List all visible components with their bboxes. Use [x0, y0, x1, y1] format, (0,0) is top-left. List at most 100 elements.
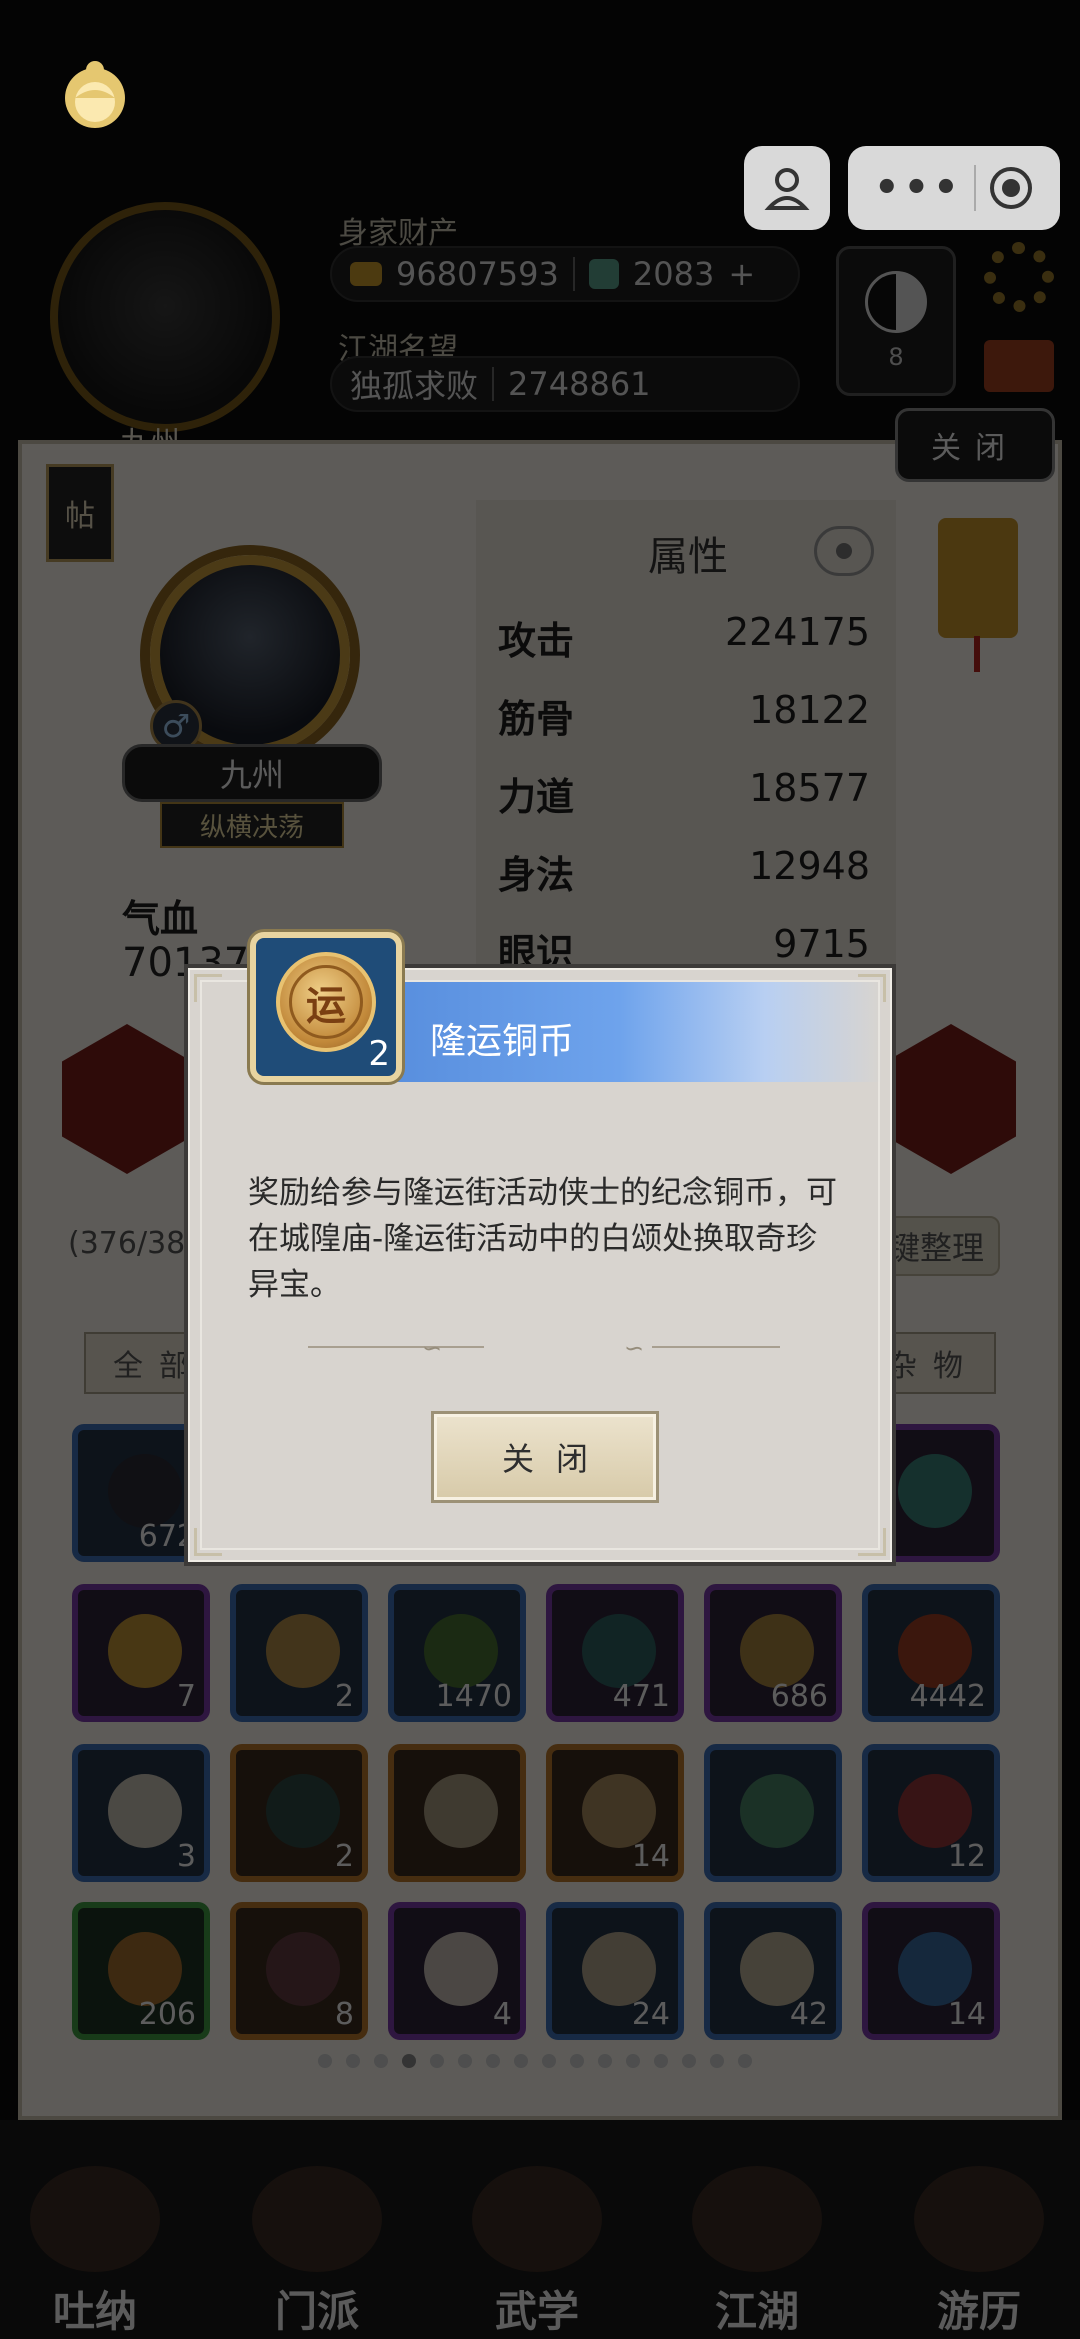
face-icon [65, 61, 125, 128]
nav-label: 武学 [494, 2287, 579, 2336]
divider-ornament [308, 1346, 484, 1348]
nav-travel[interactable]: 游历 [904, 2166, 1054, 2339]
item-quantity: 4 [492, 1997, 512, 2032]
inventory-slot[interactable]: 1470 [388, 1584, 526, 1722]
yin-yang-icon [865, 271, 927, 333]
nav-jianghu[interactable]: 江湖 [682, 2166, 832, 2339]
dialog-close-button[interactable]: 关闭 [434, 1414, 656, 1500]
attribute-value: 18577 [749, 766, 870, 810]
inventory-slot[interactable] [388, 1744, 526, 1882]
attribute-row: 力道 18577 [498, 766, 870, 821]
inventory-slot[interactable]: 4 [388, 1902, 526, 2040]
item-quantity: 1470 [435, 1679, 512, 1714]
header-avatar[interactable] [50, 202, 280, 432]
page-dot[interactable] [514, 2054, 528, 2068]
item-quantity: 42 [789, 1997, 828, 2032]
inventory-slot[interactable]: 7 [72, 1584, 210, 1722]
inventory-slot[interactable]: 42 [704, 1902, 842, 2040]
charm-icon[interactable] [938, 518, 1018, 672]
item-quantity: 7 [176, 1679, 196, 1714]
page-dot[interactable] [402, 2054, 416, 2068]
copper-coin-icon: 运 [276, 952, 376, 1052]
page-dot[interactable] [626, 2054, 640, 2068]
page-dot[interactable] [458, 2054, 472, 2068]
item-art [266, 1932, 340, 2006]
item-art [898, 1614, 972, 1688]
page-dot[interactable] [598, 2054, 612, 2068]
attributes-title: 属性 [648, 534, 728, 580]
item-art [898, 1774, 972, 1848]
page-dot[interactable] [682, 2054, 696, 2068]
nav-sect[interactable]: 门派 [242, 2166, 392, 2339]
mini-program-user-button[interactable] [744, 146, 830, 230]
item-art [740, 1614, 814, 1688]
nav-travel-art [914, 2166, 1044, 2272]
page-dot[interactable] [710, 2054, 724, 2068]
item-quantity: 2 [334, 1839, 354, 1874]
capsule-divider [974, 165, 977, 211]
inventory-slot[interactable]: 686 [704, 1584, 842, 1722]
item-quantity: 3 [176, 1839, 196, 1874]
add-currency-button[interactable]: + [728, 255, 755, 293]
invitation-tab[interactable]: 帖 [46, 464, 114, 562]
page-dot[interactable] [738, 2054, 752, 2068]
item-art [108, 1614, 182, 1688]
inventory-slot[interactable] [704, 1744, 842, 1882]
inventory-slot[interactable]: 14 [546, 1744, 684, 1882]
page-dot[interactable] [318, 2054, 332, 2068]
page-dot[interactable] [346, 2054, 360, 2068]
coins-value: 96807593 [396, 255, 559, 293]
item-art [898, 1932, 972, 2006]
eye-icon[interactable] [814, 526, 874, 576]
inventory-slot[interactable]: 2 [230, 1584, 368, 1722]
item-quantity: 2 [334, 1679, 354, 1714]
coin-glyph: 运 [289, 965, 363, 1039]
character-title[interactable]: 纵横决荡 [160, 802, 344, 848]
close-mini-program-icon[interactable] [988, 165, 1034, 211]
inventory-slot[interactable]: 4442 [862, 1584, 1000, 1722]
inventory-slot[interactable]: 2 [230, 1744, 368, 1882]
fame-title: 独孤求败 [350, 367, 479, 405]
inventory-slot[interactable]: 3 [72, 1744, 210, 1882]
item-art [108, 1932, 182, 2006]
nav-tuna[interactable]: 吐纳 [20, 2166, 170, 2339]
taiji-button[interactable]: 8 [836, 246, 956, 396]
page-dot[interactable] [570, 2054, 584, 2068]
corner-ornament [194, 1528, 222, 1556]
corner-ornament [194, 974, 222, 1002]
fame-pill: 独孤求败 2748861 [330, 356, 800, 412]
user-icon [764, 168, 810, 210]
inventory-slot[interactable]: 12 [862, 1744, 1000, 1882]
attribute-row: 身法 12948 [498, 844, 870, 899]
inventory-slot[interactable]: 24 [546, 1902, 684, 2040]
item-art [582, 1774, 656, 1848]
nav-martial[interactable]: 武学 [462, 2166, 612, 2339]
jade-value: 2083 [632, 255, 715, 293]
inventory-slot[interactable]: 8 [230, 1902, 368, 2040]
gear-icon[interactable] [984, 242, 1054, 312]
inventory-slot[interactable]: 206 [72, 1902, 210, 2040]
page-dot[interactable] [430, 2054, 444, 2068]
more-menu-button[interactable]: ••• [874, 165, 963, 211]
inventory-slot[interactable]: 471 [546, 1584, 684, 1722]
attribute-row: 筋骨 18122 [498, 688, 870, 743]
fame-value: 2748861 [508, 365, 651, 403]
attribute-value: 12948 [749, 844, 870, 888]
page-dot[interactable] [374, 2054, 388, 2068]
page-dot[interactable] [542, 2054, 556, 2068]
attribute-row: 攻击 224175 [498, 610, 870, 665]
inventory-slot[interactable]: 14 [862, 1902, 1000, 2040]
item-art [424, 1932, 498, 2006]
item-art [582, 1614, 656, 1688]
page-dot[interactable] [486, 2054, 500, 2068]
nav-sect-art [252, 2166, 382, 2272]
panel-close-button[interactable]: 关闭 [895, 408, 1055, 482]
item-art [898, 1454, 972, 1528]
page-indicator [318, 2054, 752, 2068]
page-dot[interactable] [654, 2054, 668, 2068]
mail-icon[interactable] [984, 340, 1054, 392]
item-art [108, 1774, 182, 1848]
item-quantity: 2 [368, 1034, 390, 1074]
pill-divider [492, 367, 495, 401]
divider-ornament [652, 1346, 780, 1348]
